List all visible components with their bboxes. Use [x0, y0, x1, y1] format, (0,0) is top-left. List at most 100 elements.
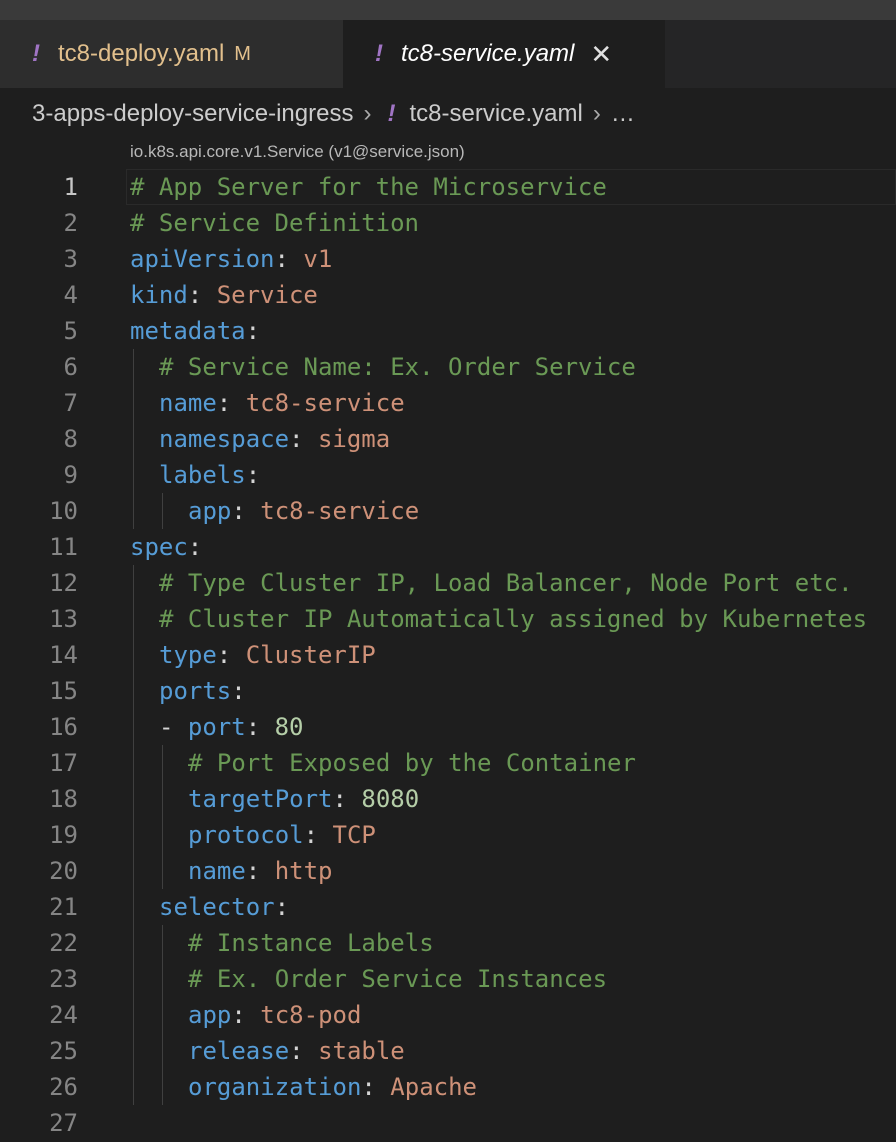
- line-number: 22: [49, 929, 78, 957]
- code-line[interactable]: 1 # App Server for the Microservice: [0, 169, 896, 205]
- token: ClusterIP: [245, 641, 376, 669]
- line-number: 23: [49, 965, 78, 993]
- token: TCP: [332, 821, 376, 849]
- line-number: 27: [49, 1109, 78, 1137]
- code-line[interactable]: 4 kind: Service: [0, 277, 896, 313]
- code-text: app: tc8-pod: [188, 997, 361, 1033]
- code-line[interactable]: 5 metadata:: [0, 313, 896, 349]
- code-text: spec:: [130, 529, 202, 565]
- code-text: metadata:: [130, 313, 260, 349]
- line-number: 15: [49, 677, 78, 705]
- token: # Service Name: Ex. Order Service: [159, 353, 636, 381]
- code-line[interactable]: 3 apiVersion: v1: [0, 241, 896, 277]
- breadcrumb: 3-apps-deploy-service-ingress › ! tc8-se…: [32, 96, 635, 132]
- tab-label: tc8-deploy.yaml: [58, 40, 225, 67]
- token: ports: [159, 677, 232, 705]
- token: sigma: [317, 425, 391, 453]
- tab-label: tc8-service.yaml: [401, 40, 575, 67]
- token: labels: [159, 461, 246, 489]
- line-number: 5: [63, 317, 78, 345]
- token: :: [245, 317, 261, 345]
- code-text: selector:: [159, 889, 289, 925]
- code-editor[interactable]: 1 # App Server for the Microservice 2 # Ser…: [0, 169, 896, 1141]
- indent-guide: [133, 349, 134, 385]
- code-line[interactable]: 17 # Port Exposed by the Container: [0, 745, 896, 781]
- line-number: 24: [49, 1001, 78, 1029]
- token: v1: [303, 245, 333, 273]
- token: protocol: [188, 821, 304, 849]
- indent-guide: [133, 853, 134, 889]
- tab-tc8-deploy[interactable]: ! tc8-deploy.yaml M: [0, 20, 343, 88]
- code-text: labels:: [159, 457, 260, 493]
- token: :: [289, 1037, 319, 1065]
- line-number: 11: [49, 533, 78, 561]
- code-text: ports:: [159, 673, 246, 709]
- code-text: - port: 80: [159, 709, 304, 745]
- yaml-exclamation-icon: !: [32, 40, 40, 67]
- token: name: [188, 857, 246, 885]
- code-line[interactable]: 18 targetPort: 8080: [0, 781, 896, 817]
- line-number: 3: [63, 245, 78, 273]
- code-line[interactable]: 9 labels:: [0, 457, 896, 493]
- code-line[interactable]: 16 - port: 80: [0, 709, 896, 745]
- line-number: 26: [49, 1073, 78, 1101]
- close-icon[interactable]: ✕: [590, 39, 612, 70]
- token: 80: [274, 713, 304, 741]
- code-text: app: tc8-service: [188, 493, 419, 529]
- code-line[interactable]: 12 # Type Cluster IP, Load Balancer, Node…: [0, 565, 896, 601]
- line-number: 8: [63, 425, 78, 453]
- indent-guide: [133, 997, 134, 1033]
- line-number: 9: [63, 461, 78, 489]
- code-line[interactable]: 15 ports:: [0, 673, 896, 709]
- line-number: 16: [49, 713, 78, 741]
- indent-guide: [162, 1033, 163, 1069]
- breadcrumb-folder[interactable]: 3-apps-deploy-service-ingress: [32, 100, 353, 128]
- token: # Instance Labels: [188, 929, 434, 957]
- code-line[interactable]: 27: [0, 1105, 896, 1141]
- code-text: # Cluster IP Automatically assigned by K…: [159, 601, 867, 637]
- schema-codelens[interactable]: io.k8s.api.core.v1.Service (v1@service.j…: [130, 142, 465, 162]
- indent-guide: [133, 745, 134, 781]
- code-line[interactable]: 26 organization: Apache: [0, 1069, 896, 1105]
- code-line[interactable]: 25 release: stable: [0, 1033, 896, 1069]
- line-number: 2: [63, 209, 78, 237]
- indent-guide: [133, 457, 134, 493]
- token: release: [188, 1037, 290, 1065]
- line-number: 25: [49, 1037, 78, 1065]
- code-line[interactable]: 7 name: tc8-service: [0, 385, 896, 421]
- token: :: [303, 821, 333, 849]
- code-line[interactable]: 11 spec:: [0, 529, 896, 565]
- code-text: kind: Service: [130, 277, 318, 313]
- code-text: release: stable: [188, 1033, 405, 1069]
- tab-tc8-service[interactable]: ! tc8-service.yaml ✕: [343, 20, 665, 88]
- token: :: [231, 497, 261, 525]
- line-number: 20: [49, 857, 78, 885]
- indent-guide: [133, 817, 134, 853]
- code-line[interactable]: 6 # Service Name: Ex. Order Service: [0, 349, 896, 385]
- indent-guide: [133, 637, 134, 673]
- token: spec: [130, 533, 188, 561]
- code-line[interactable]: 8 namespace: sigma: [0, 421, 896, 457]
- code-line[interactable]: 22 # Instance Labels: [0, 925, 896, 961]
- indent-guide: [162, 493, 163, 529]
- code-line[interactable]: 23 # Ex. Order Service Instances: [0, 961, 896, 997]
- indent-guide: [133, 709, 134, 745]
- code-line[interactable]: 24 app: tc8-pod: [0, 997, 896, 1033]
- code-line[interactable]: 19 protocol: TCP: [0, 817, 896, 853]
- code-line[interactable]: 20 name: http: [0, 853, 896, 889]
- code-line[interactable]: 2 # Service Definition: [0, 205, 896, 241]
- token: :: [231, 677, 246, 705]
- breadcrumb-more[interactable]: …: [611, 100, 635, 128]
- token: :: [245, 713, 275, 741]
- code-line[interactable]: 13 # Cluster IP Automatically assigned by…: [0, 601, 896, 637]
- line-number: 10: [49, 497, 78, 525]
- code-line[interactable]: 10 app: tc8-service: [0, 493, 896, 529]
- code-text: protocol: TCP: [188, 817, 376, 853]
- line-number: 18: [49, 785, 78, 813]
- code-text: # Service Definition: [130, 205, 419, 241]
- chevron-right-icon: ›: [592, 100, 601, 127]
- code-line[interactable]: 21 selector:: [0, 889, 896, 925]
- token: app: [188, 497, 232, 525]
- breadcrumb-file[interactable]: tc8-service.yaml: [409, 100, 582, 128]
- code-line[interactable]: 14 type: ClusterIP: [0, 637, 896, 673]
